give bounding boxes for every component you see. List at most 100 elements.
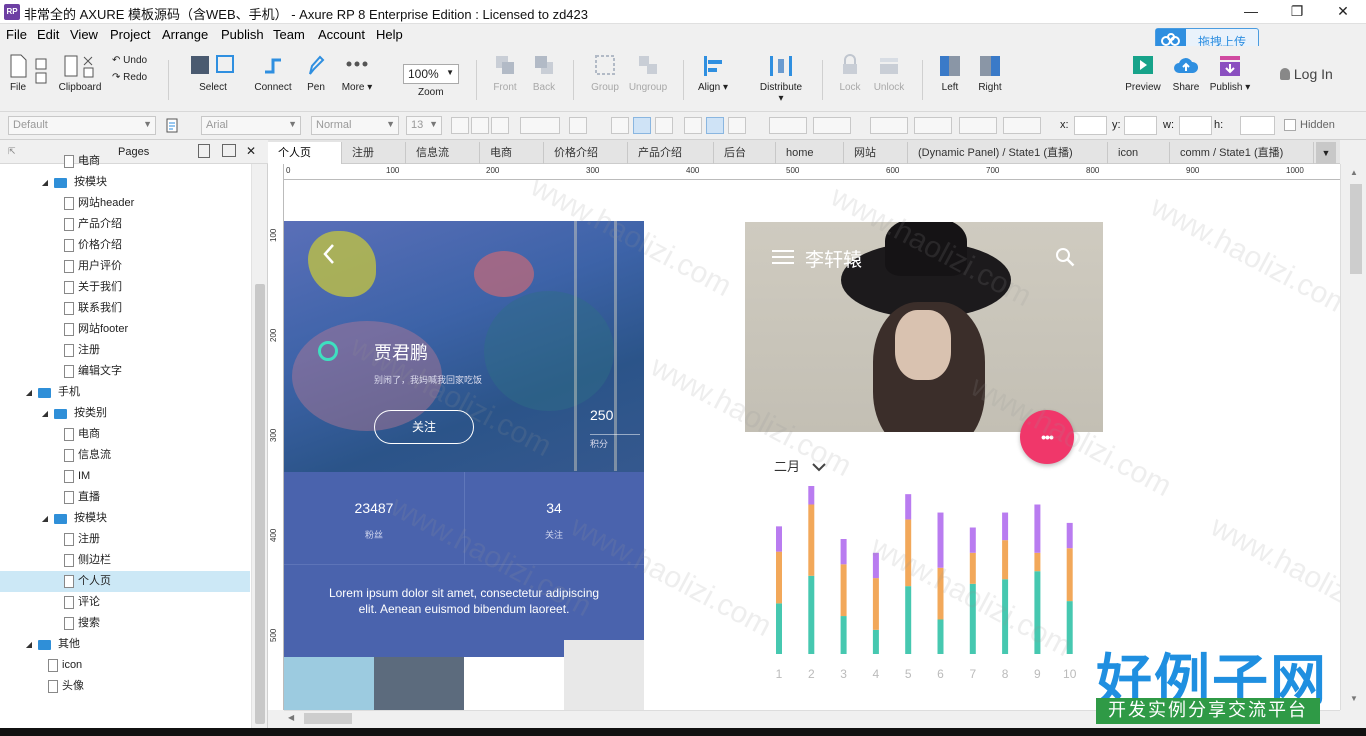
shadow-button[interactable] <box>813 117 851 134</box>
valign-top-button[interactable] <box>684 117 702 134</box>
unlock-button[interactable]: Unlock <box>872 54 906 93</box>
pen-button[interactable]: Pen <box>302 54 330 93</box>
share-button[interactable]: Share <box>1170 54 1202 93</box>
line-color-button[interactable] <box>870 117 908 134</box>
expand-toggle-icon[interactable]: ◢ <box>40 403 50 424</box>
arrow-style-button[interactable] <box>1003 117 1041 134</box>
back-button[interactable]: Back <box>529 54 559 93</box>
lock-button[interactable]: Lock <box>836 54 864 93</box>
preview-button[interactable]: Preview <box>1124 54 1162 93</box>
tree-page[interactable]: 直播 <box>0 487 250 508</box>
h-input[interactable] <box>1240 116 1275 135</box>
group-button[interactable]: Group <box>588 54 622 93</box>
scroll-thumb[interactable] <box>304 713 352 724</box>
tab[interactable]: 个人页 <box>268 142 342 164</box>
list-button[interactable] <box>569 117 587 134</box>
tree-page[interactable]: 电商 <box>0 424 250 445</box>
tab[interactable]: icon <box>1108 142 1170 164</box>
distribute-button[interactable]: Distribute ▾ <box>756 54 806 104</box>
pages-scrollbar[interactable] <box>251 164 267 736</box>
undo-button[interactable]: ↶ Undo <box>112 55 147 66</box>
zoom-select[interactable]: 100% ▼ <box>403 64 459 84</box>
menu-account[interactable]: Account <box>318 27 365 42</box>
tree-page[interactable]: 价格介绍 <box>0 235 250 256</box>
tree-folder[interactable]: ◢ 按模块 <box>0 172 250 193</box>
hidden-checkbox[interactable] <box>1284 119 1296 131</box>
tree-page[interactable]: 头像 <box>0 676 250 697</box>
valign-bottom-button[interactable] <box>728 117 746 134</box>
format-painter-icon[interactable] <box>166 118 180 134</box>
align-right-button[interactable] <box>655 117 673 134</box>
expand-toggle-icon[interactable]: ◢ <box>24 634 34 655</box>
clipboard-button[interactable]: Clipboard <box>58 54 102 93</box>
tree-page[interactable]: 用户评价 <box>0 256 250 277</box>
line-width-button[interactable] <box>914 117 952 134</box>
close-button[interactable]: ✕ <box>1320 0 1366 24</box>
menu-edit[interactable]: Edit <box>37 27 59 42</box>
ungroup-button[interactable]: Ungroup <box>628 54 668 93</box>
fill-color-button[interactable] <box>769 117 807 134</box>
canvas-vertical-scrollbar[interactable]: ▲ ▼ <box>1340 164 1366 710</box>
minimize-button[interactable]: — <box>1228 0 1274 24</box>
italic-button[interactable] <box>471 117 489 134</box>
bold-button[interactable] <box>451 117 469 134</box>
tab[interactable]: home <box>776 142 844 164</box>
menu-file[interactable]: File <box>6 27 27 42</box>
tree-page[interactable]: 网站header <box>0 193 250 214</box>
w-input[interactable] <box>1179 116 1212 135</box>
more-button[interactable]: More ▾ <box>340 54 374 93</box>
scroll-left-icon[interactable]: ◀ <box>288 713 294 722</box>
font-select[interactable]: Arial ▼ <box>201 116 301 135</box>
maximize-button[interactable]: ❐ <box>1274 0 1320 24</box>
expand-toggle-icon[interactable]: ◢ <box>40 508 50 529</box>
file-button[interactable]: File <box>6 54 30 93</box>
menu-team[interactable]: Team <box>273 27 305 42</box>
tree-page[interactable]: 搜索 <box>0 613 250 634</box>
tree-page[interactable]: 网站footer <box>0 319 250 340</box>
tree-page[interactable]: 侧边栏 <box>0 550 250 571</box>
tree-page[interactable]: 联系我们 <box>0 298 250 319</box>
left-button[interactable]: Left <box>936 54 964 93</box>
tree-page[interactable]: 编辑文字 <box>0 361 250 382</box>
tab[interactable]: 价格介绍 <box>544 142 628 164</box>
redo-button[interactable]: ↷ Redo <box>112 72 147 83</box>
tree-page[interactable]: 关于我们 <box>0 277 250 298</box>
tab[interactable]: 电商 <box>480 142 544 164</box>
tab[interactable]: comm / State1 (直播) <box>1170 142 1314 164</box>
scroll-up-icon[interactable]: ▲ <box>1350 168 1358 177</box>
menu-publish[interactable]: Publish <box>221 27 264 42</box>
tab[interactable]: 网站 <box>844 142 908 164</box>
style-select[interactable]: Default ▼ <box>8 116 156 135</box>
tree-folder[interactable]: ◢ 其他 <box>0 634 250 655</box>
tab[interactable]: 信息流 <box>406 142 480 164</box>
underline-button[interactable] <box>491 117 509 134</box>
align-button[interactable]: Align ▾ <box>696 54 730 93</box>
tree-page[interactable]: 信息流 <box>0 445 250 466</box>
tree-page[interactable]: 产品介绍 <box>0 214 250 235</box>
tree-folder[interactable]: ◢ 按模块 <box>0 508 250 529</box>
line-style-button[interactable] <box>959 117 997 134</box>
tab[interactable]: (Dynamic Panel) / State1 (直播) <box>908 142 1108 164</box>
save-icon[interactable] <box>34 58 48 87</box>
tree-page[interactable]: IM <box>0 466 250 487</box>
expand-toggle-icon[interactable]: ◢ <box>40 172 50 193</box>
tree-page[interactable]: 注册 <box>0 529 250 550</box>
font-size-select[interactable]: 13 ▼ <box>406 116 442 135</box>
tree-page[interactable]: 评论 <box>0 592 250 613</box>
design-canvas[interactable]: 贾君鹏 别闹了，我妈喊我回家吃饭 关注 250 积分 23487 粉丝 34 关… <box>284 180 1340 710</box>
publish-button[interactable]: Publish ▾ <box>1208 54 1252 93</box>
tree-page[interactable]: icon <box>0 655 250 676</box>
tab[interactable]: 产品介绍 <box>628 142 714 164</box>
tree-page[interactable]: 注册 <box>0 340 250 361</box>
menu-help[interactable]: Help <box>376 27 403 42</box>
y-input[interactable] <box>1124 116 1157 135</box>
font-color-button[interactable] <box>520 117 560 134</box>
tab[interactable]: 后台 <box>714 142 776 164</box>
scroll-thumb[interactable] <box>255 284 265 724</box>
menu-project[interactable]: Project <box>110 27 150 42</box>
x-input[interactable] <box>1074 116 1107 135</box>
tab[interactable]: 注册 <box>342 142 406 164</box>
connect-button[interactable]: Connect <box>253 54 293 93</box>
expand-toggle-icon[interactable]: ◢ <box>24 382 34 403</box>
font-weight-select[interactable]: Normal ▼ <box>311 116 399 135</box>
